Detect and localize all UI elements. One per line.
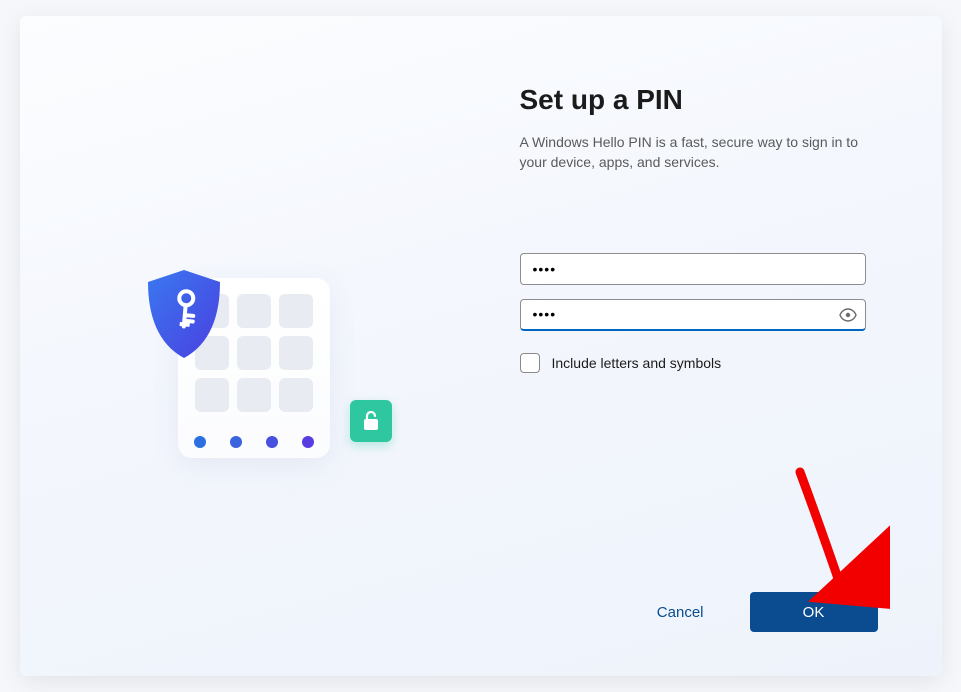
eye-icon xyxy=(839,308,857,322)
pinpad-key xyxy=(279,294,313,328)
pin-dot xyxy=(194,436,206,448)
cancel-button[interactable]: Cancel xyxy=(657,604,704,621)
pinpad-key xyxy=(237,336,271,370)
pin-dot xyxy=(302,436,314,448)
include-letters-row: Include letters and symbols xyxy=(520,353,878,373)
pinpad-key xyxy=(279,336,313,370)
pin-dots xyxy=(194,432,314,452)
dialog-button-row: Cancel OK xyxy=(657,592,878,632)
include-letters-label: Include letters and symbols xyxy=(552,355,722,371)
dialog-title: Set up a PIN xyxy=(520,84,878,116)
pin-dot xyxy=(230,436,242,448)
confirm-pin-input[interactable] xyxy=(520,299,866,331)
pinpad-key xyxy=(237,378,271,412)
dialog-description: A Windows Hello PIN is a fast, secure wa… xyxy=(520,132,878,173)
new-pin-input[interactable] xyxy=(520,253,866,285)
unlock-badge xyxy=(350,400,392,442)
pin-setup-dialog: Set up a PIN A Windows Hello PIN is a fa… xyxy=(20,16,942,676)
shield-key-icon xyxy=(140,266,228,362)
include-letters-checkbox[interactable] xyxy=(520,353,540,373)
pinpad-key xyxy=(237,294,271,328)
pinpad-key xyxy=(195,378,229,412)
pinpad-key xyxy=(279,378,313,412)
confirm-pin-field-row xyxy=(520,299,866,331)
unlock-icon xyxy=(361,410,381,432)
ok-button[interactable]: OK xyxy=(750,592,878,632)
reveal-pin-button[interactable] xyxy=(838,305,858,325)
pin-field-row xyxy=(520,253,866,285)
pin-dot xyxy=(266,436,278,448)
illustration-pane xyxy=(20,16,520,676)
form-pane: Set up a PIN A Windows Hello PIN is a fa… xyxy=(520,16,942,676)
